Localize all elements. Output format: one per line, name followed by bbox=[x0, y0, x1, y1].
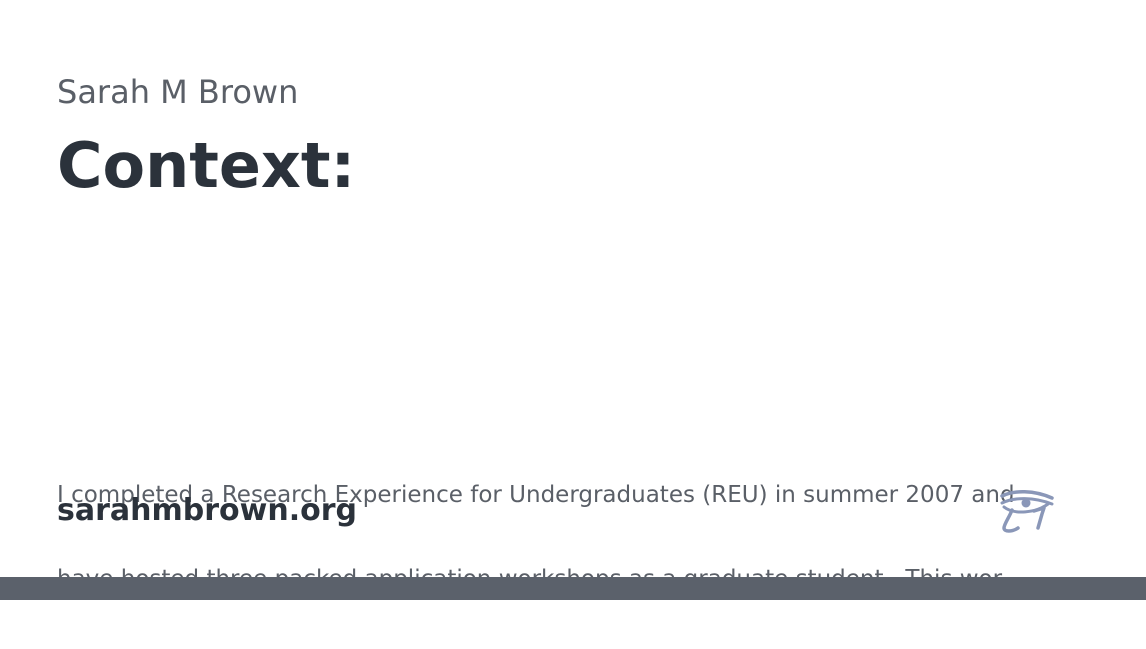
page-title: Context: bbox=[57, 129, 356, 202]
eye-of-horus-icon bbox=[996, 488, 1056, 534]
footer-bar bbox=[0, 577, 1146, 600]
eye-of-horus-shape bbox=[1000, 490, 1054, 533]
social-preview-card: Sarah M Brown Context: I completed a Res… bbox=[0, 0, 1146, 600]
site-domain: sarahmbrown.org bbox=[57, 493, 357, 528]
author-name: Sarah M Brown bbox=[57, 73, 299, 111]
page-description: I completed a Research Experience for Un… bbox=[57, 425, 1067, 649]
